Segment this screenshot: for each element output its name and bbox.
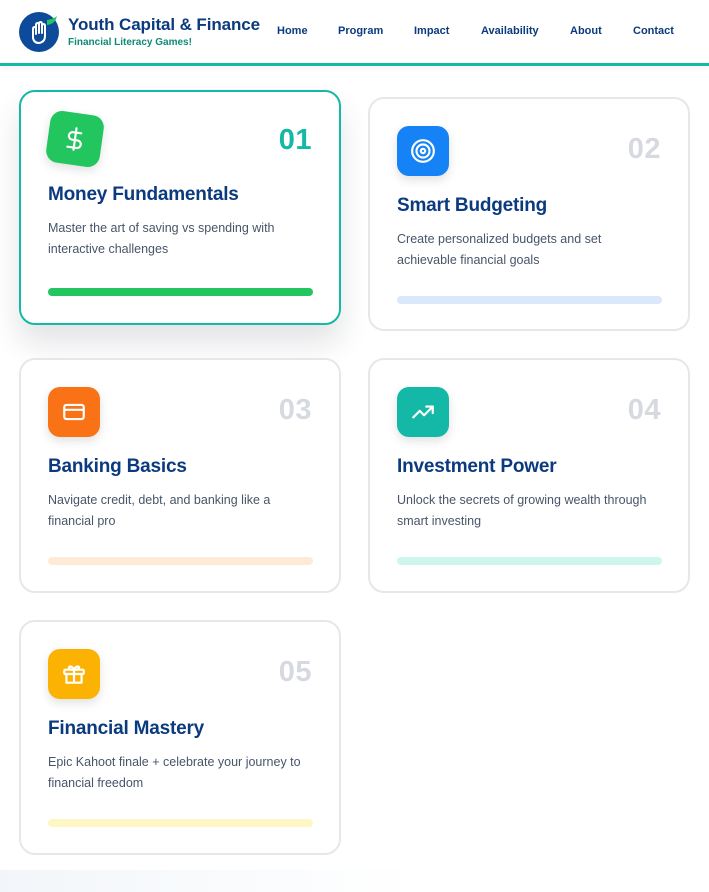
module-description: Epic Kahoot finale + celebrate your jour…	[48, 755, 301, 790]
module-number: 01	[278, 124, 312, 156]
module-card-investment-power[interactable]: 04 Investment Power Unlock the secrets o…	[368, 358, 690, 593]
trending-up-icon	[412, 405, 434, 419]
credit-card-icon-box	[48, 387, 100, 437]
target-icon-box	[397, 126, 449, 176]
logo-hand-icon[interactable]	[19, 12, 59, 52]
nav-availability[interactable]: Availability	[481, 25, 539, 37]
module-card-financial-mastery[interactable]: 05 Financial Mastery Epic Kahoot finale …	[19, 620, 341, 855]
trending-up-icon-box	[397, 387, 449, 437]
module-title: Financial Mastery	[48, 718, 205, 739]
module-card-banking-basics[interactable]: 03 Banking Basics Navigate credit, debt,…	[19, 358, 341, 593]
module-progress-bar	[48, 557, 313, 565]
gift-icon	[63, 665, 85, 684]
target-icon	[411, 139, 435, 163]
credit-card-icon	[63, 403, 85, 421]
module-description: Navigate credit, debt, and banking like …	[48, 493, 271, 528]
module-title: Money Fundamentals	[48, 184, 239, 205]
module-number: 04	[627, 394, 661, 426]
module-card-money-fundamentals[interactable]: 01 Money Fundamentals Master the art of …	[19, 90, 341, 325]
module-description: Create personalized budgets and set achi…	[397, 232, 602, 267]
brand-title[interactable]: Youth Capital & Finance	[68, 15, 260, 35]
module-description: Master the art of saving vs spending wit…	[48, 221, 275, 256]
module-progress-bar	[48, 819, 313, 827]
nav-impact[interactable]: Impact	[414, 25, 449, 37]
module-progress-bar	[48, 288, 313, 296]
module-progress-bar	[397, 557, 662, 565]
nav-home[interactable]: Home	[277, 25, 308, 37]
dollar-icon-box	[44, 109, 106, 169]
site-header: Youth Capital & Finance Financial Litera…	[0, 0, 709, 66]
module-number: 05	[278, 656, 312, 688]
module-number: 03	[278, 394, 312, 426]
module-number: 02	[627, 133, 661, 165]
dollar-icon	[66, 127, 83, 151]
module-title: Smart Budgeting	[397, 195, 548, 216]
module-card-smart-budgeting[interactable]: 02 Smart Budgeting Create personalized b…	[368, 97, 690, 331]
module-description: Unlock the secrets of growing wealth thr…	[397, 493, 647, 528]
nav-about[interactable]: About	[570, 25, 602, 37]
brand-subtitle: Financial Literacy Games!	[68, 37, 192, 48]
progress-fill	[48, 288, 313, 296]
nav-contact[interactable]: Contact	[633, 25, 674, 37]
nav-program[interactable]: Program	[338, 25, 383, 37]
footer-shade	[0, 870, 420, 892]
module-title: Banking Basics	[48, 456, 187, 477]
module-progress-bar	[397, 296, 662, 304]
module-title: Investment Power	[397, 456, 557, 477]
gift-icon-box	[48, 649, 100, 699]
